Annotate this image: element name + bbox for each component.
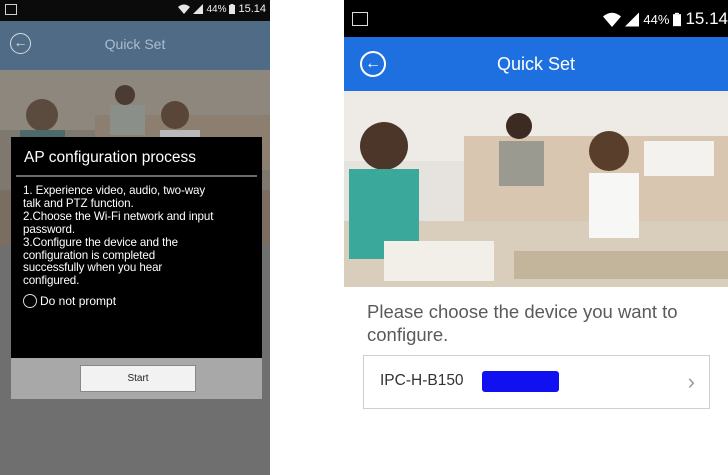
ap-config-dialog: AP configuration process 1. Experience v… <box>11 137 262 399</box>
status-bar: 44% 15.14 <box>0 0 270 21</box>
signal-icon <box>193 4 204 14</box>
battery-percent: 44% <box>643 11 670 27</box>
dialog-line: 2.Choose the Wi-Fi network and input <box>23 209 214 223</box>
wifi-icon <box>603 12 622 27</box>
app-bar: ← Quick Set <box>0 21 270 70</box>
app-bar: ← Quick Set <box>344 37 728 91</box>
dialog-line: 3.Configure the device and the <box>23 235 178 249</box>
chevron-right-icon: › <box>687 369 695 394</box>
device-name: IPC-H-B150 <box>380 372 464 389</box>
dialog-line: 1. Experience video, audio, two-way <box>23 184 206 197</box>
gallery-icon <box>352 12 368 26</box>
right-phone-screen: 44% 15.14 ← Quick Set Please choose the … <box>344 0 728 475</box>
dialog-button-bar: Start <box>11 358 262 399</box>
dialog-line: password. <box>23 222 75 236</box>
dialog-title: AP configuration process <box>24 149 197 166</box>
wifi-icon <box>178 4 191 14</box>
do-not-prompt-label: Do not prompt <box>40 294 117 309</box>
do-not-prompt-option[interactable]: Do not prompt <box>23 294 262 309</box>
battery-percent: 44% <box>206 3 227 15</box>
dialog-line: talk and PTZ function. <box>23 196 134 210</box>
signal-icon <box>625 12 640 26</box>
left-phone-screen: 44% 15.14 ← Quick Set AP configuration p… <box>0 0 270 475</box>
device-prompt-text: Please choose the device you want to con… <box>367 301 678 345</box>
gallery-icon <box>5 4 17 15</box>
radio-button[interactable] <box>23 294 37 309</box>
dialog-body: 1. Experience video, audio, two-way talk… <box>11 177 262 288</box>
redaction-mark <box>482 371 559 392</box>
hero-photo <box>344 91 728 287</box>
status-bar: 44% 15.14 <box>344 0 728 37</box>
clock: 15.14 <box>685 9 728 28</box>
page-title: Quick Set <box>496 54 576 74</box>
start-button[interactable]: Start <box>80 365 196 392</box>
status-icons: 44% 15.14 <box>603 9 728 29</box>
dialog-line: configured. <box>23 274 80 288</box>
battery-icon <box>229 4 236 14</box>
clock: 15.14 <box>238 3 266 15</box>
device-list-item[interactable]: IPC-H-B150 › <box>363 355 710 409</box>
page-title: Quick Set <box>104 36 166 52</box>
status-icons: 44% 15.14 <box>178 3 266 15</box>
battery-icon <box>673 12 682 26</box>
